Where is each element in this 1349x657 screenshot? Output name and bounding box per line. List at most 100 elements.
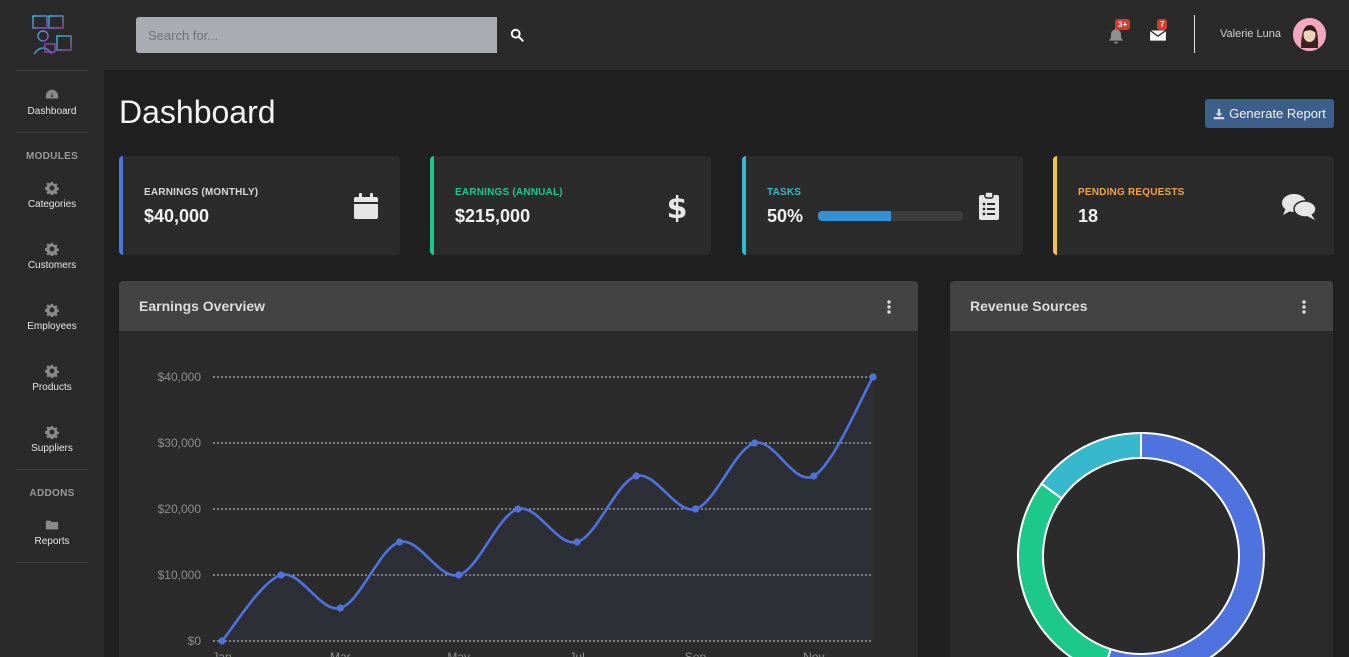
card-value: $40,000 [144, 206, 210, 226]
data-point [455, 571, 463, 579]
user-name[interactable]: Valerie Luna [1220, 28, 1281, 40]
sidebar-divider [16, 469, 88, 470]
search-field-wrapper [136, 17, 497, 53]
card-tasks: TASKS 50% [742, 156, 1023, 255]
sidebar-divider [16, 70, 88, 71]
generate-report-button[interactable]: Generate Report [1205, 99, 1334, 128]
x-tick-label: Mar [330, 650, 351, 657]
tasks-progress-fill [818, 211, 891, 221]
data-point [573, 538, 581, 546]
sidebar-item-label: Dashboard [27, 106, 77, 117]
dollar-icon: $ [667, 191, 688, 222]
card-pending-requests: PENDING REQUESTS 18 [1053, 156, 1334, 255]
panel-header: Earnings Overview [119, 281, 918, 331]
earnings-overview-panel: Earnings Overview $0 $10,000 $20,000 $30,00… [119, 281, 918, 657]
data-point [277, 571, 285, 579]
sidebar-item-products[interactable]: Products [0, 364, 104, 414]
revenue-sources-panel: Revenue Sources [950, 281, 1333, 657]
messages-badge: 7 [1157, 19, 1168, 30]
sidebar-heading-modules: MODULES [25, 151, 79, 162]
sidebar-item-reports[interactable]: Reports [0, 518, 104, 568]
data-point [751, 439, 759, 447]
card-label: EARNINGS (ANNUAL) [455, 187, 563, 198]
alerts-button[interactable]: 3+ [1104, 19, 1131, 46]
data-point [691, 505, 700, 513]
x-tick-label: Jul [569, 650, 584, 657]
search-input[interactable] [136, 17, 497, 53]
calendar-icon [354, 193, 378, 219]
sidebar-item-dashboard[interactable]: Dashboard [0, 88, 104, 138]
card-value: 50% [767, 206, 804, 226]
svg-text:$: $ [667, 191, 688, 222]
page-title: Dashboard [119, 94, 276, 130]
data-point [395, 538, 404, 546]
x-tick-label: Jan [212, 650, 231, 657]
messages-button[interactable]: 7 [1146, 19, 1170, 46]
more-vertical-icon[interactable] [1297, 299, 1311, 315]
card-value: $215,000 [455, 206, 531, 226]
sidebar-item-employees[interactable]: Employees [0, 303, 104, 353]
sidebar-item-categories[interactable]: Categories [0, 181, 104, 231]
comments-icon [1282, 194, 1317, 220]
data-point [218, 637, 226, 645]
gear-icon [45, 242, 59, 256]
y-tick-label: $30,000 [158, 436, 202, 450]
revenue-donut-chart [1017, 431, 1265, 657]
gear-icon [45, 364, 59, 378]
clipboard-list-icon [979, 191, 999, 220]
card-label: TASKS [767, 187, 802, 198]
gear-icon [45, 425, 59, 439]
tachometer-icon [45, 89, 59, 99]
card-earnings-monthly: EARNINGS (MONTHLY) $40,000 [119, 156, 400, 255]
sidebar-item-label: Categories [27, 199, 77, 210]
y-tick-label: $20,000 [158, 502, 202, 516]
donut-slice [1107, 431, 1265, 657]
sidebar-item-customers[interactable]: Customers [0, 242, 104, 292]
alerts-badge: 3+ [1115, 19, 1131, 30]
panel-title: Earnings Overview [139, 298, 266, 314]
generate-report-label: Generate Report [1229, 106, 1326, 121]
user-avatar-icon [1293, 18, 1326, 51]
data-point [514, 505, 522, 513]
gear-icon [45, 181, 59, 195]
data-point [632, 472, 640, 480]
logo-icon[interactable] [31, 14, 73, 56]
sidebar-heading-addons: ADDONS [29, 488, 75, 499]
donut-slice [1017, 482, 1112, 657]
data-point [810, 472, 818, 480]
sidebar-item-label: Products [32, 382, 72, 393]
sidebar-item-label: Reports [34, 536, 70, 547]
x-tick-label: Nov [803, 650, 824, 657]
donut-slice [1040, 431, 1142, 500]
card-value: 18 [1078, 206, 1099, 226]
y-tick-label: $0 [188, 634, 202, 648]
x-tick-label: Sep [685, 650, 707, 657]
card-earnings-annual: EARNINGS (ANNUAL) $215,000 $ [430, 156, 711, 255]
sidebar-item-label: Customers [27, 260, 77, 271]
sidebar-item-label: Suppliers [31, 443, 73, 454]
sidebar-divider [16, 562, 88, 563]
folder-icon [45, 520, 59, 530]
data-point [336, 604, 344, 612]
x-tick-label: May [447, 650, 470, 657]
card-label: EARNINGS (MONTHLY) [144, 187, 259, 198]
y-tick-label: $10,000 [158, 568, 202, 582]
sidebar-item-suppliers[interactable]: Suppliers [0, 425, 104, 475]
panel-title: Revenue Sources [970, 298, 1088, 314]
data-point [869, 373, 877, 381]
topbar: 3+ 7 Valerie Luna [104, 0, 1349, 70]
panel-header: Revenue Sources [950, 281, 1333, 331]
search-icon [510, 28, 524, 42]
download-icon [1213, 108, 1225, 119]
card-label: PENDING REQUESTS [1078, 187, 1185, 198]
sidebar-divider [16, 132, 88, 133]
tasks-progress-bar [818, 211, 963, 221]
sidebar: Dashboard MODULES Categories Customers E… [0, 0, 104, 657]
gear-icon [45, 303, 59, 317]
more-vertical-icon[interactable] [882, 299, 896, 315]
y-tick-label: $40,000 [158, 370, 202, 384]
avatar[interactable] [1293, 18, 1326, 51]
sidebar-item-label: Employees [27, 321, 77, 332]
earnings-area-chart: $0 $10,000 $20,000 $30,000 $40,000 Jan Mar May J… [158, 370, 877, 657]
search-button[interactable] [497, 17, 537, 53]
